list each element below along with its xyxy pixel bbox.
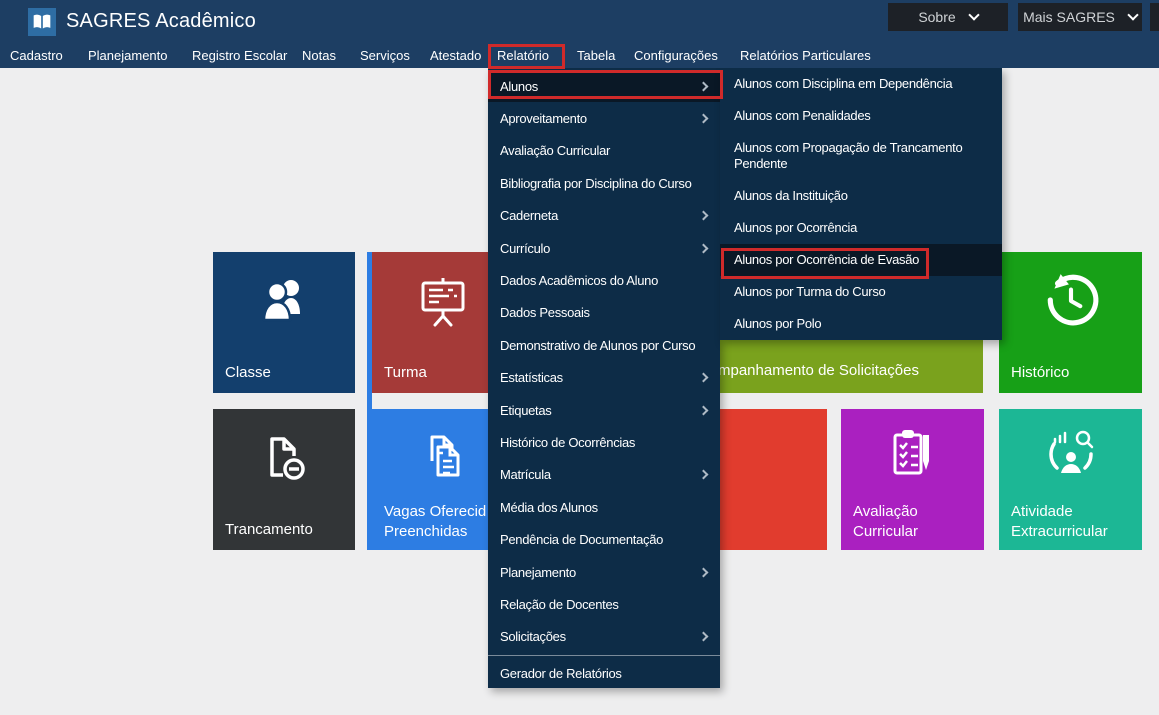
menubar-item-registro-escolar[interactable]: Registro Escolar [192,44,287,68]
menu-item-curriculo[interactable]: Currículo [488,232,720,264]
chevron-down-icon [1127,9,1138,20]
menu-item-dados-pessoais[interactable]: Dados Pessoais [488,297,720,329]
menu-item-aproveitamento[interactable]: Aproveitamento [488,102,720,134]
clipboard-pen-icon [841,427,984,481]
people-icon [213,276,355,328]
menu-item-demonstrativo[interactable]: Demonstrativo de Alunos por Curso [488,329,720,361]
menubar-item-relatorios-particulares[interactable]: Relatórios Particulares [740,44,871,68]
menubar-item-tabela[interactable]: Tabela [577,44,615,68]
submenu-item-propagacao-trancamento[interactable]: Alunos com Propagação de Trancamento Pen… [720,132,1002,180]
submenu-item-alunos-por-turma-curso[interactable]: Alunos por Turma do Curso [720,276,1002,308]
menubar-item-relatorio[interactable]: Relatório [497,44,549,68]
submenu-item-penalidades[interactable]: Alunos com Penalidades [720,100,1002,132]
tile-label: Vagas Oferecid Preenchidas [384,502,486,542]
chevron-right-icon [699,114,709,124]
tile-label: Trancamento [225,520,313,540]
menu-item-caderneta[interactable]: Caderneta [488,200,720,232]
page-title: SAGRES Acadêmico [66,10,256,33]
alunos-submenu: Alunos com Disciplina em Dependência Alu… [720,68,1002,340]
menu-divider [488,655,720,656]
tile-label: Histórico [1011,363,1069,383]
history-icon [999,272,1142,330]
tile-classe[interactable]: Classe [213,252,355,393]
menu-item-etiquetas[interactable]: Etiquetas [488,394,720,426]
tile-label: mpanhamento de Solicitações [718,361,919,381]
menubar-item-atestado[interactable]: Atestado [430,44,481,68]
chevron-right-icon [699,632,709,642]
menubar-item-configuracoes[interactable]: Configurações [634,44,718,68]
tile-label: Atividade Extracurricular [1011,502,1108,542]
menubar-item-cadastro[interactable]: Cadastro [10,44,63,68]
menu-item-avaliacao-curricular[interactable]: Avaliação Curricular [488,135,720,167]
tile-label: Classe [225,363,271,383]
chevron-right-icon [699,243,709,253]
chevron-right-icon [699,567,709,577]
menu-item-relacao-docentes[interactable]: Relação de Docentes [488,588,720,620]
menu-item-bibliografia[interactable]: Bibliografia por Disciplina do Curso [488,167,720,199]
tile-trancamento[interactable]: Trancamento [213,409,355,550]
menu-item-planejamento[interactable]: Planejamento [488,556,720,588]
document-minus-icon [213,433,355,485]
chevron-right-icon [699,211,709,221]
menu-item-matricula[interactable]: Matrícula [488,459,720,491]
menu-item-pendencia-documentacao[interactable]: Pendência de Documentação [488,523,720,555]
tile-avaliacao-curricular[interactable]: Avaliação Curricular [841,409,984,550]
menubar-item-planejamento[interactable]: Planejamento [88,44,168,68]
menu-item-media-alunos[interactable]: Média dos Alunos [488,491,720,523]
sobre-dropdown-button[interactable]: Sobre [888,3,1008,31]
tile-label: Avaliação Curricular [853,502,918,542]
menu-item-estatisticas[interactable]: Estatísticas [488,362,720,394]
activity-icon [999,427,1142,483]
menu-item-solicitacoes[interactable]: Solicitações [488,621,720,653]
book-icon [32,13,52,31]
chevron-right-icon [699,373,709,383]
menu-item-historico-ocorrencias[interactable]: Histórico de Ocorrências [488,426,720,458]
menubar-item-notas[interactable]: Notas [302,44,336,68]
menu-item-alunos[interactable]: Alunos [488,70,720,102]
chevron-right-icon [699,81,709,91]
chevron-right-icon [699,470,709,480]
submenu-item-disciplina-dependencia[interactable]: Alunos com Disciplina em Dependência [720,68,1002,100]
chevron-right-icon [699,405,709,415]
submenu-item-alunos-instituicao[interactable]: Alunos da Instituição [720,180,1002,212]
tile-historico[interactable]: Histórico [999,252,1142,393]
submenu-item-alunos-por-ocorrencia-evasao[interactable]: Alunos por Ocorrência de Evasão [720,244,1002,276]
submenu-item-alunos-por-polo[interactable]: Alunos por Polo [720,308,1002,340]
tile-label: Turma [384,363,427,383]
mais-sagres-dropdown-button[interactable]: Mais SAGRES [1018,3,1142,31]
relatorio-dropdown-menu: Alunos Aproveitamento Avaliação Curricul… [488,68,720,688]
app-header: SAGRES Acadêmico Sobre Mais SAGRES Cadas… [0,0,1159,68]
menu-item-gerador-relatorios[interactable]: Gerador de Relatórios [488,658,720,688]
chevron-down-icon [968,9,979,20]
header-button-partial[interactable] [1150,3,1159,31]
submenu-item-alunos-por-ocorrencia[interactable]: Alunos por Ocorrência [720,212,1002,244]
tile-atividade-extracurricular[interactable]: Atividade Extracurricular [999,409,1142,550]
app-logo [28,8,56,36]
menu-item-dados-academicos[interactable]: Dados Acadêmicos do Aluno [488,264,720,296]
menubar-item-servicos[interactable]: Serviços [360,44,410,68]
